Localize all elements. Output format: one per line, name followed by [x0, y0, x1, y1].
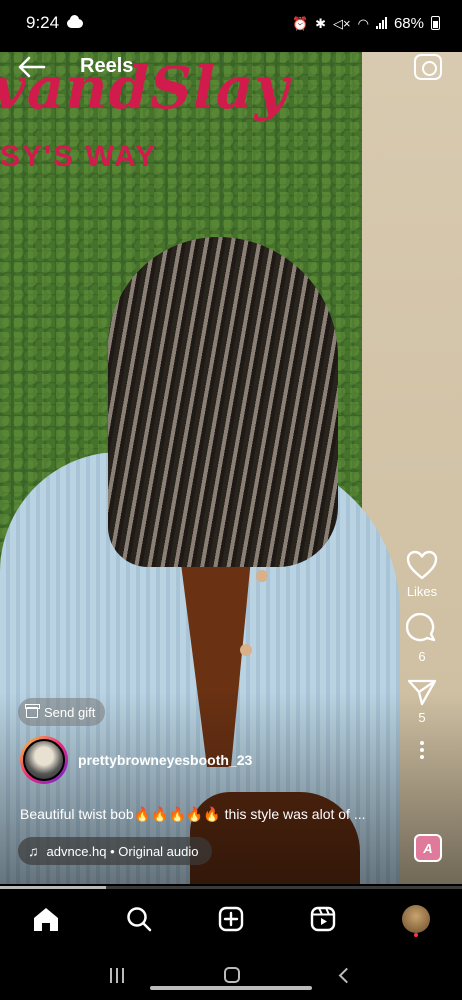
battery-icon — [431, 16, 440, 30]
like-button[interactable]: Likes — [406, 550, 438, 599]
twist-hair — [108, 237, 338, 567]
gesture-bar — [150, 986, 312, 990]
wifi-icon: ◠ — [357, 15, 369, 31]
system-home-icon[interactable] — [224, 967, 241, 983]
clock: 9:24 — [26, 13, 60, 32]
camera-icon[interactable] — [414, 54, 442, 80]
action-column: Likes 6 5 — [394, 550, 450, 759]
system-back-icon[interactable] — [338, 967, 355, 983]
recent-apps-icon[interactable] — [110, 967, 125, 983]
shirt-button — [240, 644, 252, 656]
share-button[interactable]: 5 — [407, 678, 437, 725]
send-gift-label: Send gift — [44, 704, 96, 720]
create-icon[interactable] — [211, 899, 251, 939]
heart-icon[interactable] — [406, 550, 438, 580]
home-icon[interactable] — [26, 899, 66, 939]
page-title: Reels — [80, 55, 134, 77]
status-bar: 9:24 ⏰ ✱ ◁× ◠ 68% — [0, 0, 462, 46]
status-right: ⏰ ✱ ◁× ◠ 68% — [292, 15, 440, 32]
more-options-icon[interactable] — [420, 741, 424, 759]
author-username[interactable]: prettybrowneyesbooth_23 — [78, 752, 252, 768]
bluetooth-icon: ✱ — [315, 15, 327, 31]
arrow-left-icon[interactable] — [18, 56, 46, 78]
comments-count: 6 — [418, 649, 426, 664]
shares-count: 5 — [418, 710, 426, 725]
notification-dot — [413, 933, 418, 937]
paper-plane-icon[interactable] — [407, 678, 437, 706]
status-left: 9:24 — [26, 13, 84, 33]
battery-percent: 68% — [393, 14, 424, 32]
system-nav — [0, 950, 462, 1000]
send-gift-button[interactable]: Send gift — [18, 698, 106, 726]
bottom-nav — [0, 889, 462, 949]
reels-icon[interactable] — [303, 899, 343, 939]
audio-pill[interactable]: ♫ advnce.hq • Original audio — [18, 837, 213, 865]
profile-tab[interactable] — [396, 899, 436, 939]
alarm-icon: ⏰ — [291, 15, 309, 31]
author-avatar[interactable] — [20, 736, 68, 784]
gift-icon — [25, 703, 40, 718]
author-row[interactable]: prettybrowneyesbooth_23 — [20, 736, 252, 784]
likes-label: Likes — [406, 584, 438, 599]
reels-header: Reels — [0, 52, 462, 82]
reel-caption[interactable]: Beautiful twist bob🔥🔥🔥🔥🔥 this style was … — [20, 806, 400, 823]
signal-icon — [375, 17, 387, 29]
audio-thumbnail[interactable]: A — [414, 834, 442, 862]
comment-button[interactable]: 6 — [406, 613, 438, 664]
shirt-button — [256, 570, 268, 582]
cloud-icon — [67, 14, 84, 28]
comment-icon[interactable] — [406, 613, 438, 645]
neon-sign-line2: SY'S WAY — [0, 140, 158, 173]
audio-label: advnce.hq • Original audio — [46, 843, 199, 859]
search-icon[interactable] — [119, 899, 159, 939]
mute-icon: ◁× — [333, 15, 351, 31]
music-note-icon: ♫ — [28, 843, 39, 859]
profile-avatar[interactable] — [401, 905, 430, 933]
